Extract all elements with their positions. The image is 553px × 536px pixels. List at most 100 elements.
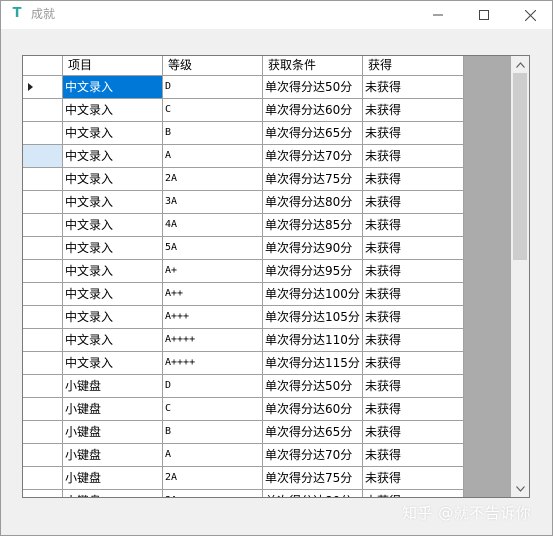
row-header-cell[interactable] [23, 329, 63, 352]
condition-cell[interactable]: 单次得分达85分 [263, 214, 363, 237]
level-cell[interactable]: 3A [163, 191, 263, 214]
condition-cell[interactable]: 单次得分达75分 [263, 168, 363, 191]
obtained-cell[interactable]: 未获得 [363, 375, 464, 398]
obtained-cell[interactable]: 未获得 [363, 214, 464, 237]
item-cell[interactable]: 中文录入 [63, 306, 163, 329]
item-cell[interactable]: 小键盘 [63, 467, 163, 490]
condition-cell[interactable]: 单次得分达65分 [263, 122, 363, 145]
obtained-cell[interactable]: 未获得 [363, 237, 464, 260]
row-header-cell[interactable] [23, 145, 63, 168]
corner-header-cell[interactable] [23, 56, 63, 76]
table-row[interactable]: 中文录入 A+ 单次得分达95分 未获得 [23, 260, 464, 283]
column-header-condition[interactable]: 获取条件 [263, 56, 363, 76]
condition-cell[interactable]: 单次得分达80分 [263, 490, 363, 497]
obtained-cell[interactable]: 未获得 [363, 398, 464, 421]
obtained-cell[interactable]: 未获得 [363, 145, 464, 168]
table-row[interactable]: 小键盘3A单次得分达80分未获得 [23, 490, 464, 497]
item-cell[interactable]: 中文录入 [63, 260, 163, 283]
vertical-scrollbar[interactable] [511, 56, 529, 497]
obtained-cell[interactable]: 未获得 [363, 76, 464, 99]
table-row[interactable]: 小键盘 A 单次得分达70分 未获得 [23, 444, 464, 467]
obtained-cell[interactable]: 未获得 [363, 260, 464, 283]
table-row[interactable]: 中文录入 A+++ 单次得分达105分 未获得 [23, 306, 464, 329]
table-row[interactable]: 中文录入 B 单次得分达65分 未获得 [23, 122, 464, 145]
level-cell[interactable]: A++++ [163, 352, 263, 375]
table-row[interactable]: 中文录入 A 单次得分达70分 未获得 [23, 145, 464, 168]
item-cell[interactable]: 中文录入 [63, 283, 163, 306]
obtained-cell[interactable]: 未获得 [363, 283, 464, 306]
row-header-cell[interactable] [23, 76, 63, 99]
obtained-cell[interactable]: 未获得 [363, 444, 464, 467]
row-header-cell[interactable] [23, 375, 63, 398]
condition-cell[interactable]: 单次得分达50分 [263, 76, 363, 99]
level-cell[interactable]: D [163, 375, 263, 398]
table-row[interactable]: 小键盘 B 单次得分达65分 未获得 [23, 421, 464, 444]
condition-cell[interactable]: 单次得分达80分 [263, 191, 363, 214]
table-row[interactable]: 中文录入 4A 单次得分达85分 未获得 [23, 214, 464, 237]
level-cell[interactable]: 5A [163, 237, 263, 260]
level-cell[interactable]: A++++ [163, 329, 263, 352]
obtained-cell[interactable]: 未获得 [363, 306, 464, 329]
minimize-button[interactable] [415, 1, 461, 29]
condition-cell[interactable]: 单次得分达60分 [263, 99, 363, 122]
obtained-cell[interactable]: 未获得 [363, 168, 464, 191]
row-header-cell[interactable] [23, 122, 63, 145]
table-row[interactable]: 中文录入 A++ 单次得分达100分 未获得 [23, 283, 464, 306]
row-header-cell[interactable] [23, 421, 63, 444]
row-header-cell[interactable] [23, 490, 63, 497]
item-cell[interactable]: 小键盘 [63, 375, 163, 398]
level-cell[interactable]: A [163, 145, 263, 168]
obtained-cell[interactable]: 未获得 [363, 122, 464, 145]
level-cell[interactable]: B [163, 122, 263, 145]
table-row[interactable]: 小键盘 C 单次得分达60分 未获得 [23, 398, 464, 421]
level-cell[interactable]: D [163, 76, 263, 99]
row-header-cell[interactable] [23, 99, 63, 122]
condition-cell[interactable]: 单次得分达110分 [263, 329, 363, 352]
achievement-grid[interactable]: 项目 等级 获取条件 获得 中文录入 D 单次得分达50分 未获得 中文录入 C 单次得分达… [22, 55, 530, 498]
level-cell[interactable]: A [163, 444, 263, 467]
row-header-cell[interactable] [23, 214, 63, 237]
level-cell[interactable]: 4A [163, 214, 263, 237]
condition-cell[interactable]: 单次得分达105分 [263, 306, 363, 329]
item-cell[interactable]: 中文录入 [63, 168, 163, 191]
maximize-button[interactable] [461, 1, 507, 29]
level-cell[interactable]: 2A [163, 168, 263, 191]
level-cell[interactable]: A++ [163, 283, 263, 306]
level-cell[interactable]: C [163, 398, 263, 421]
obtained-cell[interactable]: 未获得 [363, 421, 464, 444]
item-cell[interactable]: 小键盘 [63, 421, 163, 444]
row-header-cell[interactable] [23, 168, 63, 191]
table-row[interactable]: 中文录入 A++++ 单次得分达110分 未获得 [23, 329, 464, 352]
item-cell[interactable]: 中文录入 [63, 145, 163, 168]
item-cell[interactable]: 中文录入 [63, 352, 163, 375]
item-cell[interactable]: 小键盘 [63, 490, 163, 497]
row-header-cell[interactable] [23, 260, 63, 283]
item-cell[interactable]: 中文录入 [63, 214, 163, 237]
item-cell[interactable]: 中文录入 [63, 329, 163, 352]
level-cell[interactable]: B [163, 421, 263, 444]
scroll-down-button[interactable] [511, 480, 529, 497]
condition-cell[interactable]: 单次得分达75分 [263, 467, 363, 490]
obtained-cell[interactable]: 未获得 [363, 352, 464, 375]
obtained-cell[interactable]: 未获得 [363, 490, 464, 497]
column-header-item[interactable]: 项目 [63, 56, 163, 76]
item-cell[interactable]: 小键盘 [63, 444, 163, 467]
column-header-obtained[interactable]: 获得 [363, 56, 464, 76]
scroll-up-button[interactable] [511, 56, 529, 73]
table-row[interactable]: 中文录入 3A 单次得分达80分 未获得 [23, 191, 464, 214]
obtained-cell[interactable]: 未获得 [363, 191, 464, 214]
condition-cell[interactable]: 单次得分达70分 [263, 145, 363, 168]
row-header-cell[interactable] [23, 191, 63, 214]
condition-cell[interactable]: 单次得分达115分 [263, 352, 363, 375]
obtained-cell[interactable]: 未获得 [363, 467, 464, 490]
level-cell[interactable]: A+ [163, 260, 263, 283]
condition-cell[interactable]: 单次得分达70分 [263, 444, 363, 467]
row-header-cell[interactable] [23, 444, 63, 467]
row-header-cell[interactable] [23, 398, 63, 421]
condition-cell[interactable]: 单次得分达100分 [263, 283, 363, 306]
condition-cell[interactable]: 单次得分达90分 [263, 237, 363, 260]
table-row[interactable]: 中文录入 2A 单次得分达75分 未获得 [23, 168, 464, 191]
item-cell[interactable]: 中文录入 [63, 99, 163, 122]
table-row[interactable]: 中文录入 5A 单次得分达90分 未获得 [23, 237, 464, 260]
item-cell[interactable]: 小键盘 [63, 398, 163, 421]
